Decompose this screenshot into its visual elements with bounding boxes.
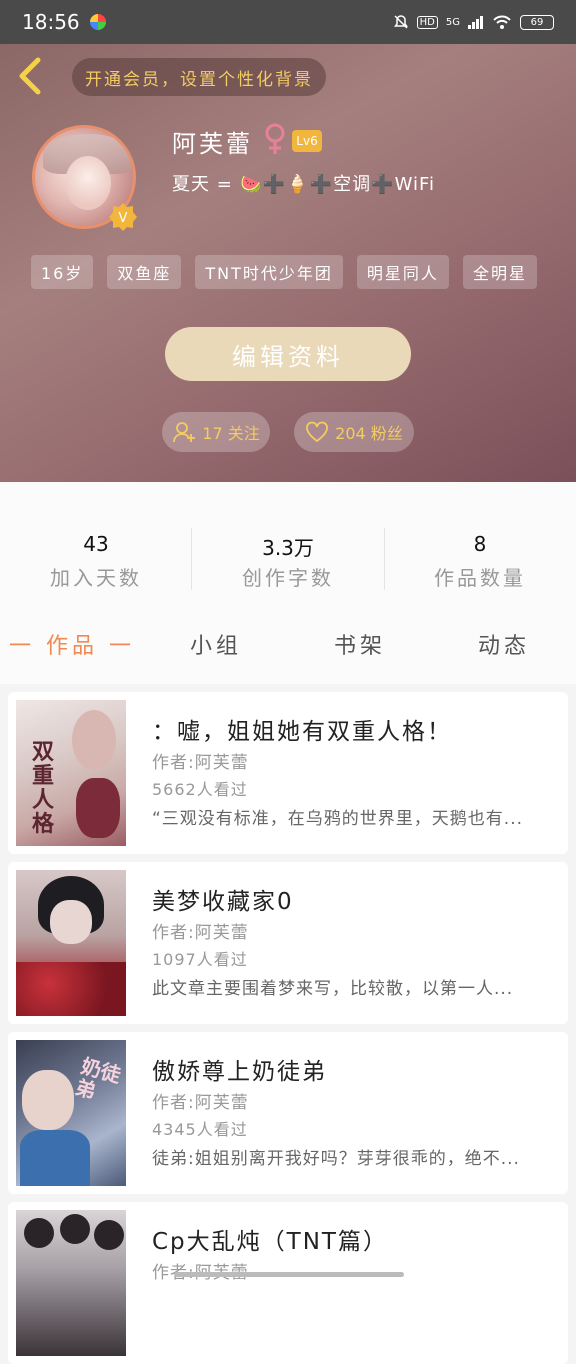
stat-value: 3.3万 xyxy=(262,536,314,560)
profile-stats: 43 加入天数 3.3万 创作字数 8 作品数量 xyxy=(0,482,576,607)
cover-figure xyxy=(60,1214,90,1244)
username: 阿芙蕾 xyxy=(172,130,253,158)
tag-zodiac[interactable]: 双鱼座 xyxy=(107,255,182,289)
edit-profile-button[interactable]: 编辑资料 xyxy=(165,327,411,381)
status-icons: HD 5G 69 xyxy=(393,14,554,30)
book-author: 作者:阿芙蕾 xyxy=(152,923,249,943)
profile-header: 开通会员，设置个性化背景 V 阿芙蕾 Lv6 夏天 = 🍉➕🍦➕空调➕WiFi … xyxy=(0,44,576,482)
cover-figure xyxy=(76,778,120,838)
signal-icon xyxy=(468,15,484,29)
book-description: 此文章主要围着梦来写，比较散，以第一人... xyxy=(152,979,514,999)
book-description: 徒弟:姐姐别离开我好吗？芽芽很乖的，绝不... xyxy=(152,1149,520,1169)
cover-figure xyxy=(50,900,92,944)
book-views: 1097人看过 xyxy=(152,950,248,969)
stat-works-count: 8 作品数量 xyxy=(384,482,576,606)
cover-figure xyxy=(94,1220,124,1250)
vip-upgrade-banner[interactable]: 开通会员，设置个性化背景 xyxy=(72,58,326,96)
battery-icon: 69 xyxy=(520,14,554,30)
status-bar: 18:56 HD 5G 69 xyxy=(0,0,576,44)
stat-value: 43 xyxy=(83,532,109,556)
tab-works[interactable]: 一 作品 一 xyxy=(0,628,144,660)
mute-bell-icon xyxy=(393,15,408,29)
book-card[interactable]: Cp大乱炖（TNT篇） 作者:阿芙蕾 xyxy=(8,1202,568,1364)
wifi-icon xyxy=(493,15,511,29)
book-card[interactable]: 美梦收藏家0 作者:阿芙蕾 1097人看过 此文章主要围着梦来写，比较散，以第一… xyxy=(8,862,568,1024)
tag-all-stars[interactable]: 全明星 xyxy=(462,255,537,289)
following-button[interactable]: 17 关注 xyxy=(162,412,270,452)
cover-figure xyxy=(20,1130,90,1186)
cover-figure xyxy=(72,710,116,770)
back-arrow-icon[interactable] xyxy=(14,56,50,96)
svg-text:V: V xyxy=(119,211,128,226)
book-views: 4345人看过 xyxy=(152,1120,248,1139)
profile-tabs: 一 作品 一 小组 书架 动态 xyxy=(0,606,576,684)
avatar-face xyxy=(65,156,111,210)
status-time: 18:56 xyxy=(22,10,80,34)
stat-label: 创作字数 xyxy=(242,566,334,590)
following-label: 17 关注 xyxy=(202,424,260,443)
book-cover xyxy=(16,1210,126,1356)
profile-tags: 16岁 双鱼座 TNT时代少年团 明星同人 全明星 xyxy=(31,255,537,289)
cover-figure xyxy=(24,1218,54,1248)
book-author: 作者:阿芙蕾 xyxy=(152,1258,249,1283)
tag-age[interactable]: 16岁 xyxy=(31,255,94,289)
app-notification-icon xyxy=(89,14,106,30)
book-views: 5662人看过 xyxy=(152,780,248,799)
fans-button[interactable]: 204 粉丝 xyxy=(294,412,414,452)
cover-figure xyxy=(22,1070,74,1130)
heart-icon xyxy=(306,421,329,443)
level-badge: Lv6 xyxy=(292,130,322,152)
book-cover: 奶徒弟 xyxy=(16,1040,126,1186)
book-cover: 双重人格 xyxy=(16,700,126,846)
fans-label: 204 粉丝 xyxy=(335,424,403,443)
add-user-icon xyxy=(173,422,196,443)
tag-genre[interactable]: 明星同人 xyxy=(356,255,449,289)
book-title: 傲娇尊上奶徒弟 xyxy=(152,1059,327,1085)
book-card[interactable]: 奶徒弟 傲娇尊上奶徒弟 作者:阿芙蕾 4345人看过 徒弟:姐姐别离开我好吗？芽… xyxy=(8,1032,568,1194)
tab-bookshelf[interactable]: 书架 xyxy=(288,628,432,660)
cover-title: 双重人格 xyxy=(32,739,55,837)
tab-groups[interactable]: 小组 xyxy=(144,628,288,660)
book-cover xyxy=(16,870,126,1016)
works-list: 双重人格 ：嘘，姐姐她有双重人格！ 作者:阿芙蕾 5662人看过 “三观没有标准… xyxy=(0,684,576,1364)
cover-roses xyxy=(16,962,126,1016)
book-card[interactable]: 双重人格 ：嘘，姐姐她有双重人格！ 作者:阿芙蕾 5662人看过 “三观没有标准… xyxy=(8,692,568,854)
book-author: 作者:阿芙蕾 xyxy=(152,753,249,773)
hd-icon: HD xyxy=(416,15,438,29)
tag-fandom[interactable]: TNT时代少年团 xyxy=(195,255,343,289)
female-gender-icon xyxy=(265,123,285,154)
book-title: 美梦收藏家0 xyxy=(152,889,294,915)
home-indicator[interactable] xyxy=(174,1272,404,1277)
book-title: ：嘘，姐姐她有双重人格！ xyxy=(152,719,452,745)
tab-activity[interactable]: 动态 xyxy=(432,628,576,660)
network-label: 5G xyxy=(445,16,460,28)
signature: 夏天 = 🍉➕🍦➕空调➕WiFi xyxy=(172,174,436,195)
verified-badge-icon: V xyxy=(109,203,137,231)
stat-label: 加入天数 xyxy=(50,566,142,590)
book-description: “三观没有标准，在乌鸦的世界里，天鹅也有... xyxy=(152,809,524,829)
cover-title: 奶徒弟 xyxy=(72,1053,124,1104)
book-title: Cp大乱炖（TNT篇） xyxy=(152,1229,388,1255)
book-author: 作者:阿芙蕾 xyxy=(152,1093,249,1113)
stat-label: 作品数量 xyxy=(434,566,526,590)
stat-days-joined: 43 加入天数 xyxy=(0,482,192,606)
stat-word-count: 3.3万 创作字数 xyxy=(192,482,384,606)
stat-value: 8 xyxy=(473,532,487,556)
